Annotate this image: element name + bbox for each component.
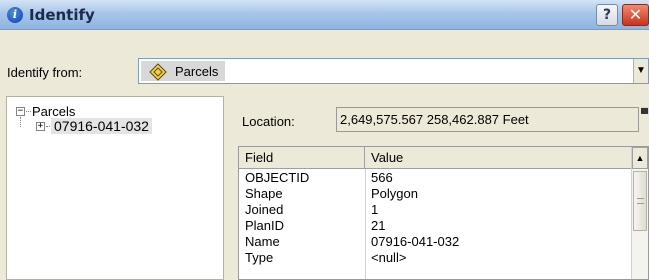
title-bar[interactable]: i Identify ? ✕ <box>0 0 649 30</box>
scroll-thumb[interactable] <box>633 171 647 231</box>
table-row[interactable]: Shape Polygon <box>239 186 633 202</box>
tree-connector <box>46 126 50 127</box>
value-cell: <null> <box>371 250 407 265</box>
value-cell: 07916-041-032 <box>371 234 460 249</box>
table-row[interactable]: PlanID 21 <box>239 218 633 234</box>
tree-connector <box>26 111 31 112</box>
field-cell: Joined <box>245 202 284 217</box>
details-pane: Location: 2,649,575.567 258,462.887 Feet… <box>232 96 649 280</box>
chevron-down-icon[interactable]: ▼ <box>633 59 648 83</box>
grid-header: Field Value <box>239 147 633 169</box>
pin-icon[interactable]: ▀ <box>641 109 648 120</box>
results-tree[interactable]: − Parcels + 07916-041-032 <box>6 96 224 280</box>
close-button[interactable]: ✕ <box>622 4 649 26</box>
window-title: Identify <box>29 6 95 24</box>
value-cell: Polygon <box>371 186 418 201</box>
help-button[interactable]: ? <box>596 4 618 26</box>
identify-from-dropdown[interactable]: Parcels ▼ <box>138 58 649 84</box>
field-cell: Shape <box>245 186 283 201</box>
info-icon: i <box>7 7 23 23</box>
table-row[interactable]: Joined 1 <box>239 202 633 218</box>
value-cell: 21 <box>371 218 386 233</box>
tree-connector <box>20 117 21 127</box>
field-cell: PlanID <box>245 218 285 233</box>
selected-layer: Parcels <box>141 61 225 81</box>
value-cell: 1 <box>371 202 379 217</box>
expand-icon[interactable]: + <box>36 122 45 131</box>
layer-diamond-icon <box>149 63 167 81</box>
attribute-grid[interactable]: Field Value OBJECTID 566 Shape Polygon J… <box>238 146 649 280</box>
tree-node-feature[interactable]: 07916-041-032 <box>51 118 152 134</box>
identify-from-label: Identify from: <box>7 65 83 80</box>
location-field[interactable]: 2,649,575.567 258,462.887 Feet <box>336 107 639 132</box>
selected-layer-label: Parcels <box>175 64 219 79</box>
scroll-up-icon[interactable]: ▲ <box>632 147 648 169</box>
tree-node-parcels[interactable]: Parcels <box>32 104 75 119</box>
field-cell: Type <box>245 250 274 265</box>
table-row[interactable]: Name 07916-041-032 <box>239 234 633 250</box>
field-cell: OBJECTID <box>245 170 310 185</box>
grid-rows: OBJECTID 566 Shape Polygon Joined 1 Plan… <box>239 170 633 266</box>
table-row[interactable]: OBJECTID 566 <box>239 170 633 186</box>
grip-icon <box>637 198 644 204</box>
location-label: Location: <box>242 114 295 129</box>
column-header-field[interactable]: Field <box>239 147 365 169</box>
field-cell: Name <box>245 234 280 249</box>
column-header-value[interactable]: Value <box>365 147 633 169</box>
table-row[interactable]: Type <null> <box>239 250 633 266</box>
value-cell: 566 <box>371 170 393 185</box>
collapse-icon[interactable]: − <box>16 107 25 116</box>
vertical-scrollbar[interactable]: ▲ <box>631 147 648 279</box>
